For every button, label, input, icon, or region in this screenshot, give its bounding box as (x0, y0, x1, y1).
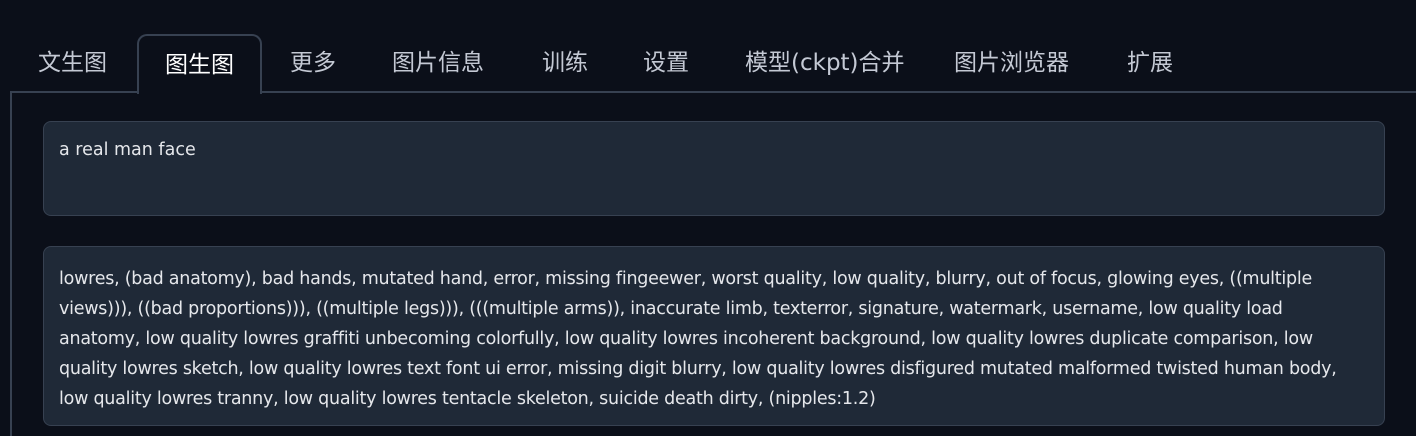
positive-prompt-textbox[interactable]: a real man face (43, 121, 1385, 216)
webui-root: 文生图 图生图 更多 图片信息 训练 设置 模型(ckpt)合并 图片浏览器 扩… (0, 0, 1416, 436)
main-tab-bar: 文生图 图生图 更多 图片信息 训练 设置 模型(ckpt)合并 图片浏览器 扩… (10, 34, 1416, 94)
tab-image-browser[interactable]: 图片浏览器 (954, 34, 1069, 92)
tab-png-info[interactable]: 图片信息 (392, 34, 484, 92)
tab-txt2img[interactable]: 文生图 (38, 34, 107, 92)
tab-settings[interactable]: 设置 (643, 34, 689, 92)
negative-prompt-textbox[interactable]: lowres, (bad anatomy), bad hands, mutate… (43, 246, 1385, 426)
tab-img2img[interactable]: 图生图 (137, 34, 262, 94)
tab-train[interactable]: 训练 (542, 34, 588, 92)
tab-checkpoint-merger[interactable]: 模型(ckpt)合并 (745, 34, 905, 92)
tab-extensions[interactable]: 扩展 (1127, 34, 1173, 92)
tab-extras[interactable]: 更多 (290, 34, 336, 92)
